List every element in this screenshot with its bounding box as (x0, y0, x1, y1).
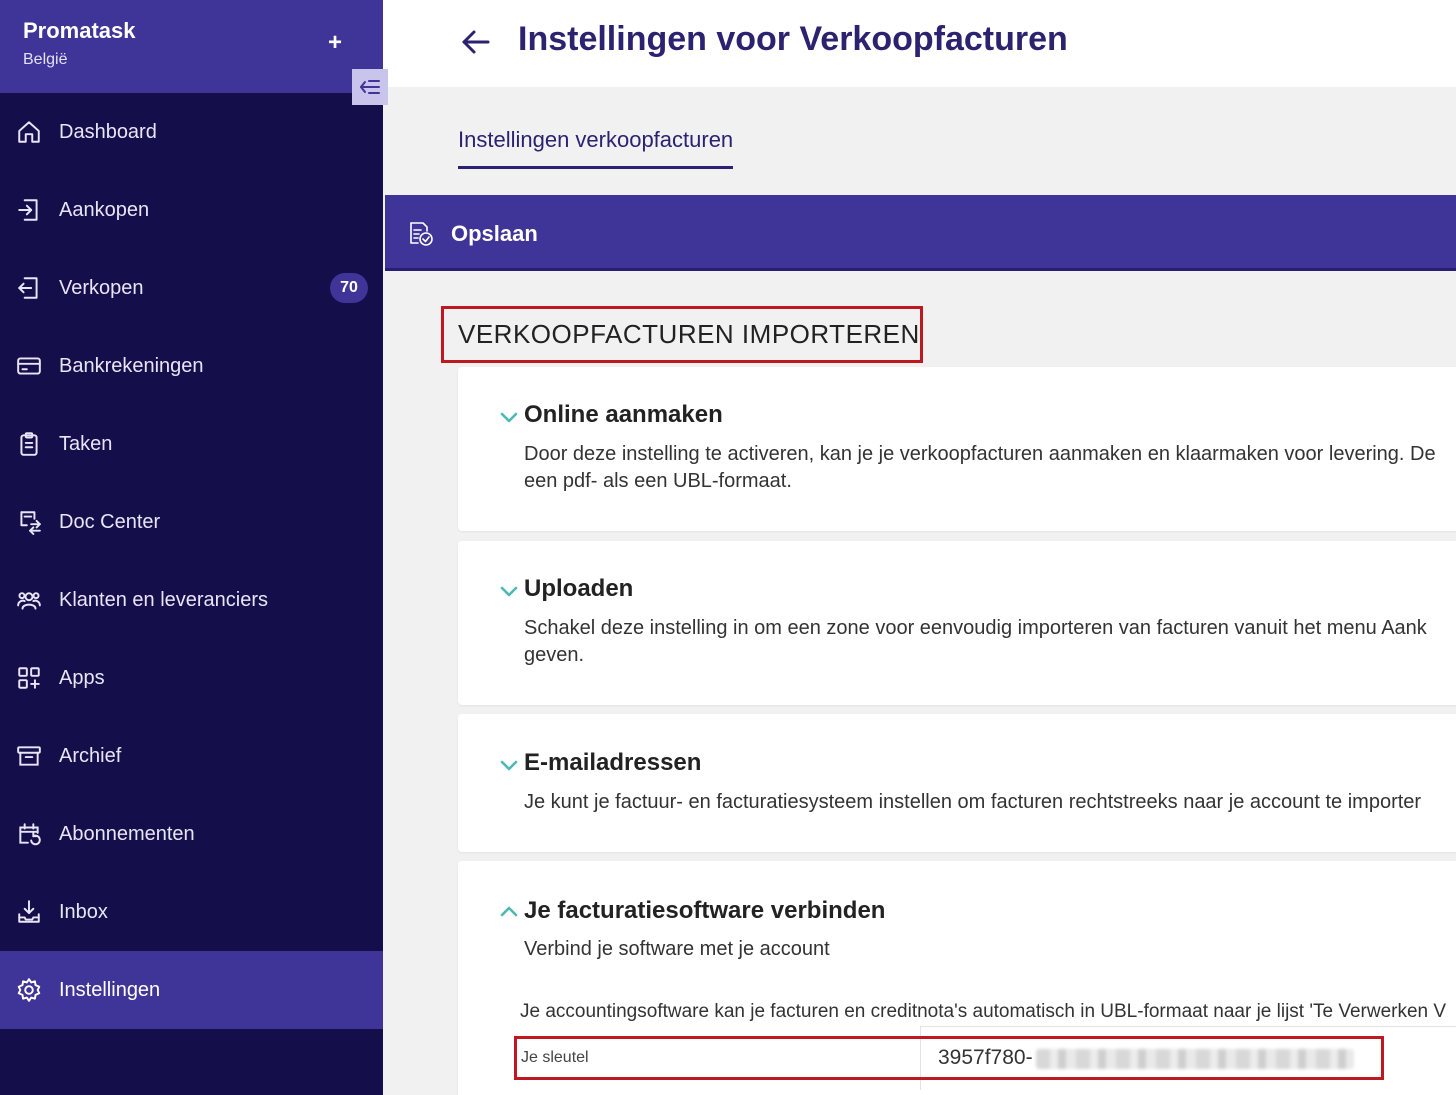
save-button[interactable]: Opslaan (405, 213, 538, 255)
card-title[interactable]: E-mailadressen (524, 749, 701, 777)
add-icon[interactable]: + (323, 28, 347, 58)
download-tray-icon (18, 900, 40, 923)
apps-grid-icon (18, 667, 40, 689)
sidebar-item-label: Bankrekeningen (59, 354, 204, 377)
card-description-line: Schakel deze instelling in om een zone v… (524, 617, 1427, 639)
gear-icon (17, 978, 41, 1002)
card-description: Schakel deze instelling in om een zone v… (524, 615, 1427, 669)
redacted-key-blur (1036, 1049, 1354, 1069)
sign-in-icon (18, 199, 38, 221)
card-description-line: Je kunt je factuur- en facturatiesysteem… (524, 791, 1422, 813)
sidebar-item-label: Apps (59, 666, 105, 689)
card-description-line: Door deze instelling te activeren, kan j… (524, 443, 1436, 465)
chevron-up-icon[interactable] (500, 905, 518, 917)
verkopen-count-badge: 70 (330, 273, 368, 303)
sidebar-item-klanten-en-leveranciers[interactable]: Klanten en leveranciers (0, 561, 383, 639)
sidebar-item-label: Inbox (59, 900, 108, 923)
sidebar-item-label: Aankopen (59, 198, 150, 221)
archive-box-icon (17, 746, 41, 766)
document-exchange-icon (20, 511, 41, 535)
collapse-sidebar-button[interactable] (352, 69, 388, 105)
sidebar-item-label: Archief (59, 744, 122, 767)
sidebar-item-label: Klanten en leveranciers (59, 588, 269, 611)
back-arrow-icon[interactable] (458, 24, 494, 60)
brand-name: Promatask (23, 18, 136, 43)
chevron-down-icon[interactable] (500, 412, 518, 424)
brand-country: België (23, 51, 68, 68)
collapse-arrow-icon (360, 80, 380, 94)
page-title: Instellingen voor Verkoopfacturen (518, 20, 1068, 58)
sign-out-icon (18, 277, 38, 299)
card-title[interactable]: Uploaden (524, 575, 633, 603)
chevron-down-icon[interactable] (500, 586, 518, 598)
sidebar-item-doc-center[interactable]: Doc Center (0, 483, 383, 561)
sidebar-item-archief[interactable]: Archief (0, 717, 383, 795)
credit-card-icon (17, 357, 41, 375)
sidebar-item-apps[interactable]: Apps (0, 639, 383, 717)
sidebar-item-label: Doc Center (59, 510, 161, 533)
tab-instellingen-verkoopfacturen[interactable]: Instellingen verkoopfacturen (458, 127, 734, 169)
sidebar-item-label: Dashboard (59, 120, 157, 143)
card-description: Je kunt je factuur- en facturatiesysteem… (524, 789, 1421, 816)
home-icon (18, 121, 40, 143)
sidebar-item-label: Taken (59, 432, 113, 455)
calendar-refresh-icon (19, 823, 41, 846)
sidebar-item-inbox[interactable]: Inbox (0, 873, 383, 951)
settings-card-online-aanmaken: Online aanmaken Door deze instelling te … (458, 367, 1456, 531)
sidebar-item-label: Abonnementen (59, 822, 195, 845)
settings-card-uploaden: Uploaden Schakel deze instelling in om e… (458, 541, 1456, 705)
card-description: Verbind je software met je account (524, 938, 830, 960)
card-title[interactable]: Je facturatiesoftware verbinden (524, 897, 885, 925)
save-button-label: Opslaan (451, 221, 538, 246)
key-value[interactable]: 3957f780- (938, 1046, 1033, 1070)
clipboard-icon (20, 432, 38, 456)
card-description: Door deze instelling te activeren, kan j… (524, 441, 1436, 495)
card-title[interactable]: Online aanmaken (524, 401, 723, 429)
save-toolbar (385, 195, 1456, 271)
sidebar-item-aankopen[interactable]: Aankopen (0, 171, 383, 249)
key-label: Je sleutel (521, 1049, 589, 1066)
users-icon (17, 592, 41, 610)
sidebar-item-label: Verkopen (59, 276, 144, 299)
sidebar-item-abonnementen[interactable]: Abonnementen (0, 795, 383, 873)
sidebar-item-instellingen[interactable]: Instellingen (0, 951, 383, 1029)
sidebar: Promatask België + Dashboard Aankopen Ve… (0, 0, 383, 1095)
card-info-text: Je accountingsoftware kan je facturen en… (520, 1001, 1447, 1022)
card-description-line: geven. (524, 644, 585, 666)
brand-header: Promatask België + (0, 0, 383, 93)
chevron-down-icon[interactable] (500, 760, 518, 772)
sidebar-item-taken[interactable]: Taken (0, 405, 383, 483)
sidebar-item-label: Instellingen (59, 978, 161, 1001)
sidebar-item-verkopen[interactable]: Verkopen (0, 249, 383, 327)
settings-card-e-mailadressen: E-mailadressen Je kunt je factuur- en fa… (458, 714, 1456, 852)
sidebar-item-bankrekeningen[interactable]: Bankrekeningen (0, 327, 383, 405)
save-document-icon (410, 222, 433, 246)
card-description-line: een pdf- als een UBL-formaat. (524, 470, 792, 492)
section-heading: VERKOOPFACTUREN IMPORTEREN (441, 306, 923, 363)
sidebar-item-dashboard[interactable]: Dashboard (0, 93, 383, 171)
